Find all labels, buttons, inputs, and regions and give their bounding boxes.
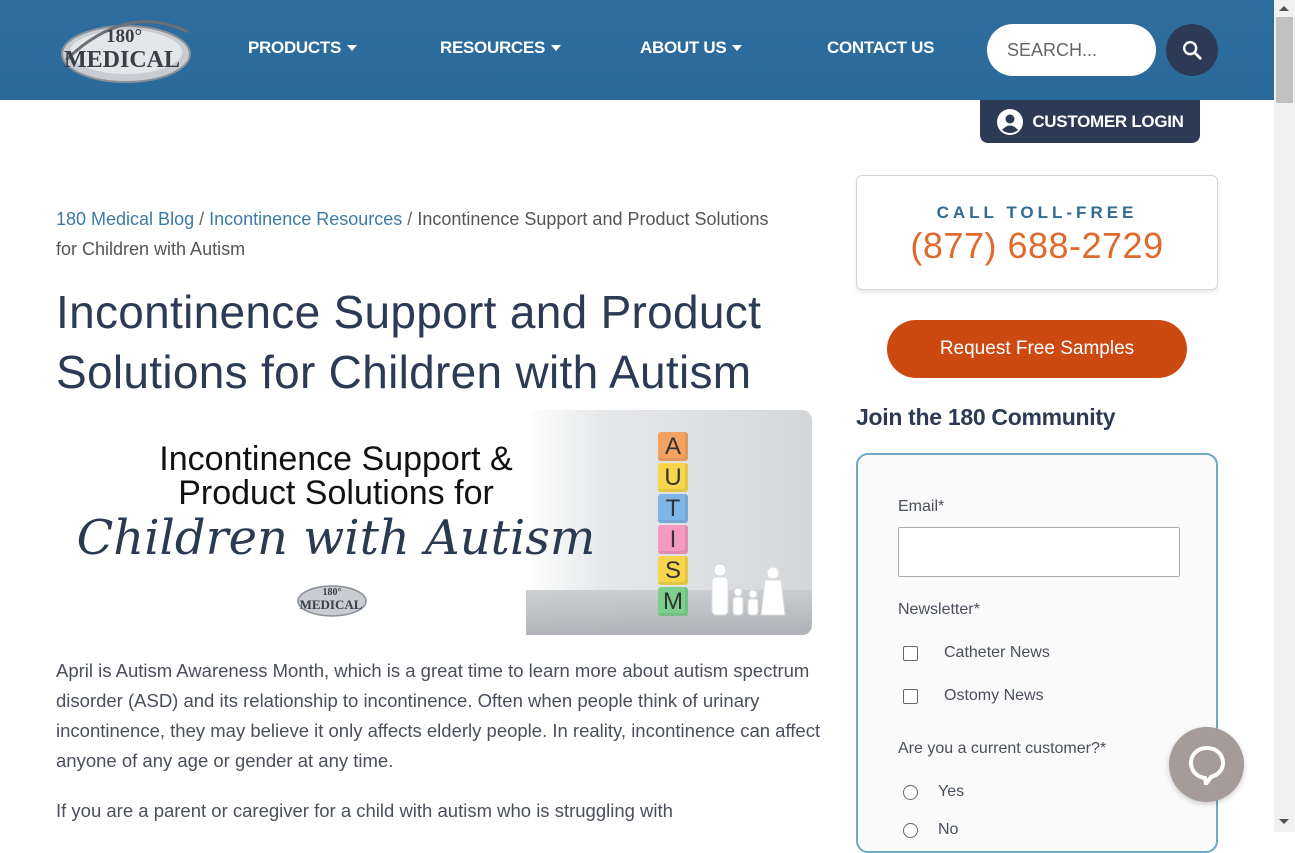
toll-free-box: CALL TOLL-FREE (877) 688-2729 — [856, 175, 1218, 290]
customer-option-yes[interactable]: Yes — [903, 783, 964, 801]
chat-button[interactable] — [1169, 727, 1244, 802]
hero-image: Incontinence Support & Product Solutions… — [56, 410, 812, 635]
chat-bubble-icon — [1188, 745, 1225, 785]
scrollbar[interactable] — [1274, 0, 1295, 832]
newsletter-option-ostomy[interactable]: Ostomy News — [903, 687, 1044, 705]
site-logo[interactable]: 180° MEDICAL — [56, 12, 192, 86]
newsletter-option-catheter[interactable]: Catheter News — [903, 644, 1050, 662]
scroll-up-arrow-icon[interactable] — [1279, 6, 1289, 11]
radio-button[interactable] — [903, 822, 918, 838]
customer-login-button[interactable]: CUSTOMER LOGIN — [980, 100, 1200, 143]
chevron-down-icon — [732, 45, 743, 51]
community-heading: Join the 180 Community — [856, 404, 1116, 430]
search-icon — [1183, 41, 1202, 60]
svg-text:MEDICAL: MEDICAL — [300, 597, 363, 612]
scroll-down-arrow-icon[interactable] — [1279, 819, 1289, 824]
page-title: Incontinence Support and Product Solutio… — [56, 286, 762, 398]
email-label: Email* — [898, 498, 945, 515]
user-circle-icon — [997, 108, 1024, 135]
letter-block: T — [658, 494, 688, 523]
checkbox[interactable] — [903, 688, 918, 704]
nav-resources-label: RESOURCES — [440, 38, 545, 57]
customer-login-label: CUSTOMER LOGIN — [1032, 111, 1184, 131]
autism-blocks: AUTISM — [658, 432, 690, 618]
article-paragraph-1: April is Autism Awareness Month, which i… — [56, 660, 821, 771]
phone-number-link[interactable]: (877) 688-2729 — [857, 225, 1217, 267]
call-toll-free-label: CALL TOLL-FREE — [936, 203, 1138, 222]
nav-contact-us-label: CONTACT US — [827, 38, 935, 57]
search-input[interactable] — [987, 24, 1156, 76]
customer-option-no[interactable]: No — [903, 821, 958, 839]
hero-line-2: Product Solutions for — [178, 474, 494, 512]
svg-text:MEDICAL: MEDICAL — [64, 47, 180, 73]
nav-about-us-label: ABOUT US — [640, 38, 727, 57]
search-button[interactable] — [1166, 24, 1218, 76]
letter-block: M — [658, 587, 688, 616]
hero-line-3: Children with Autism — [76, 510, 596, 566]
radio-label: Yes — [938, 783, 965, 800]
site-header: 180° MEDICAL PRODUCTS RESOURCES ABOUT US… — [0, 0, 1274, 100]
checkbox-label: Catheter News — [944, 644, 1050, 661]
scrollbar-thumb[interactable] — [1276, 17, 1293, 103]
letter-block: U — [658, 463, 688, 492]
nav-about-us[interactable]: ABOUT US — [640, 38, 743, 58]
article-paragraph-2: If you are a parent or caregiver for a c… — [56, 800, 673, 821]
chevron-down-icon — [551, 45, 561, 51]
checkbox[interactable] — [903, 645, 918, 661]
nav-products-label: PRODUCTS — [248, 38, 341, 57]
radio-label: No — [938, 821, 959, 838]
svg-text:180°: 180° — [106, 26, 142, 47]
signup-form: Email* Newsletter* Catheter News Ostomy … — [856, 453, 1218, 853]
nav-resources[interactable]: RESOURCES — [440, 38, 561, 58]
letter-block: I — [658, 525, 688, 554]
email-field[interactable] — [898, 527, 1180, 577]
checkbox-label: Ostomy News — [944, 687, 1044, 704]
breadcrumb-separator: / — [407, 209, 413, 229]
customer-question-label: Are you a current customer?* — [898, 740, 1107, 757]
breadcrumb-incontinence-link[interactable]: Incontinence Resources — [209, 209, 402, 229]
letter-block: A — [658, 432, 688, 461]
breadcrumb-blog-link[interactable]: 180 Medical Blog — [56, 209, 194, 229]
newsletter-label: Newsletter* — [898, 601, 980, 618]
radio-button[interactable] — [903, 784, 918, 800]
request-samples-button[interactable]: Request Free Samples — [887, 320, 1187, 378]
breadcrumb-separator: / — [199, 209, 205, 229]
breadcrumb: 180 Medical Blog / Incontinence Resource… — [56, 204, 776, 264]
logo-graphic: 180° MEDICAL — [61, 20, 191, 83]
nav-products[interactable]: PRODUCTS — [248, 38, 357, 58]
chevron-down-icon — [347, 45, 357, 51]
nav-contact-us[interactable]: CONTACT US — [827, 38, 934, 58]
letter-block: S — [658, 556, 688, 585]
hero-logo: 180° MEDICAL — [297, 585, 367, 617]
